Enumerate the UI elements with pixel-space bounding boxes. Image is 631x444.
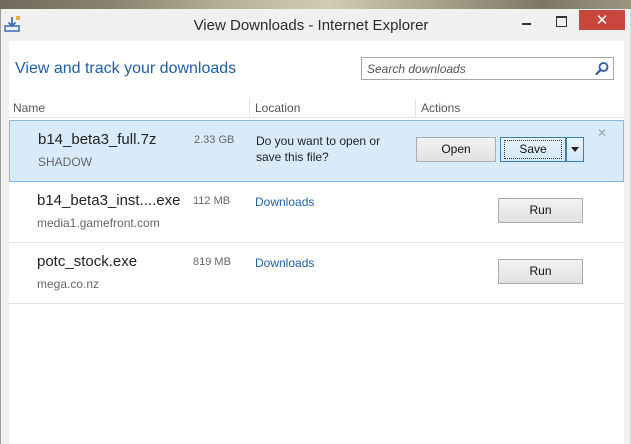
- file-name: b14_beta3_inst....exe: [37, 192, 181, 209]
- downloads-window: View Downloads - Internet Explorer ✕ Vie…: [0, 9, 631, 444]
- column-header-actions: Actions: [421, 101, 461, 115]
- file-size: 819 MB: [193, 256, 231, 268]
- file-size: 2.33 GB: [194, 134, 235, 146]
- page-title: View and track your downloads: [15, 60, 237, 77]
- location-link[interactable]: Downloads: [255, 195, 314, 209]
- downloads-panel: View and track your downloads Name Locat…: [9, 41, 624, 444]
- title-bar[interactable]: View Downloads - Internet Explorer ✕: [1, 9, 631, 41]
- close-button[interactable]: ✕: [579, 10, 625, 30]
- download-row[interactable]: potc_stock.exe 819 MB mega.co.nz Downloa…: [9, 243, 624, 304]
- column-header-name[interactable]: Name: [13, 101, 45, 115]
- column-divider: [249, 98, 250, 118]
- save-button-label: Save: [504, 140, 562, 159]
- minimize-button[interactable]: [511, 10, 541, 30]
- open-save-prompt: Do you want to open or save this file?: [256, 134, 381, 164]
- run-button[interactable]: Run: [498, 198, 583, 223]
- search-icon[interactable]: [594, 61, 610, 77]
- column-header-location[interactable]: Location: [255, 101, 300, 115]
- column-headers: Name Location Actions: [9, 98, 624, 118]
- file-source: mega.co.nz: [37, 277, 100, 291]
- dismiss-icon[interactable]: ✕: [597, 126, 607, 140]
- save-button[interactable]: Save: [500, 137, 566, 162]
- file-source: media1.gamefront.com: [37, 216, 160, 230]
- download-row[interactable]: b14_beta3_full.7z 2.33 GB SHADOW Do you …: [9, 120, 624, 182]
- file-name: b14_beta3_full.7z: [38, 131, 157, 148]
- location-link[interactable]: Downloads: [255, 256, 314, 270]
- open-button[interactable]: Open: [416, 137, 496, 162]
- search-box[interactable]: [361, 57, 614, 80]
- file-size: 112 MB: [193, 195, 231, 207]
- column-divider: [415, 98, 416, 118]
- save-options-dropdown[interactable]: [566, 137, 584, 162]
- file-source: SHADOW: [38, 155, 92, 169]
- run-button[interactable]: Run: [498, 259, 583, 284]
- maximize-button[interactable]: [546, 10, 576, 30]
- file-name: potc_stock.exe: [37, 253, 138, 270]
- search-input[interactable]: [362, 58, 590, 79]
- download-row[interactable]: b14_beta3_inst....exe 112 MB media1.game…: [9, 182, 624, 243]
